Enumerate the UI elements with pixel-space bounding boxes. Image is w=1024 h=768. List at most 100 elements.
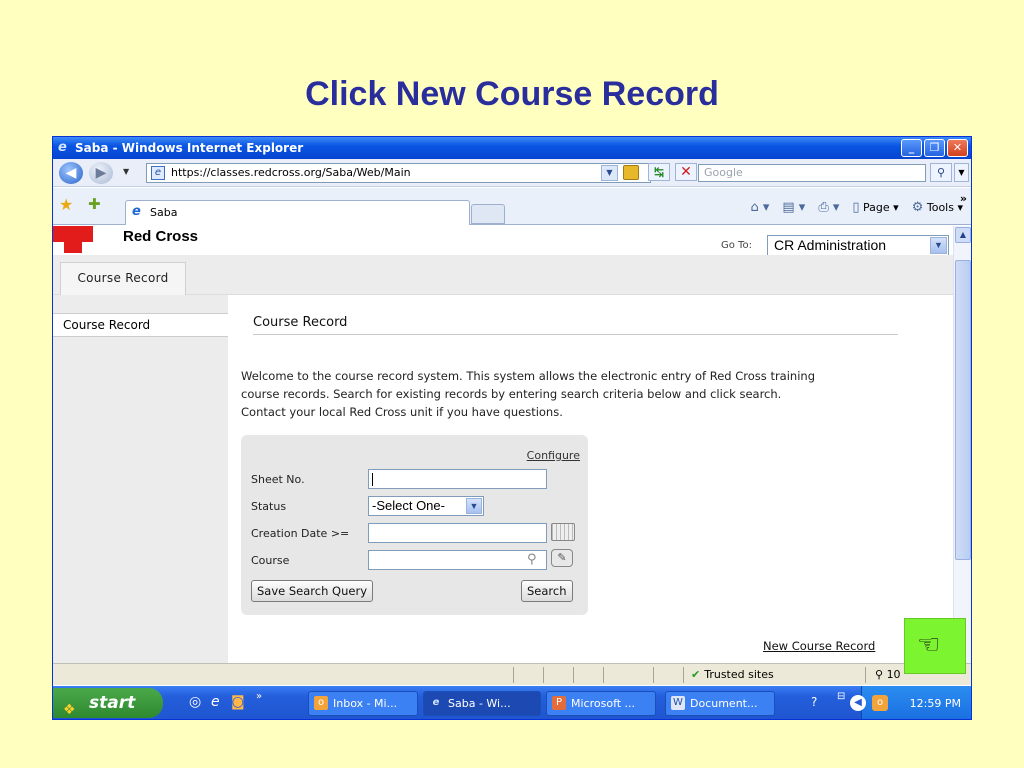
welcome-line: Welcome to the course record system. Thi… xyxy=(241,369,815,383)
status-divider xyxy=(603,667,604,683)
address-field[interactable]: e https://classes.redcross.org/Saba/Web/… xyxy=(146,163,651,183)
sidebar: Course Record xyxy=(53,295,228,663)
slide-title: Click New Course Record xyxy=(305,75,719,113)
security-zone[interactable]: ✔ Trusted sites xyxy=(691,668,774,681)
check-icon: ✔ xyxy=(691,668,701,681)
minimize-button[interactable]: _ xyxy=(901,139,922,157)
page-icon: ▯ xyxy=(852,200,860,215)
brand-name: Red Cross xyxy=(123,228,199,245)
chevron-down-icon[interactable]: ▼ xyxy=(466,498,482,514)
search-icon[interactable]: ⚲ xyxy=(930,163,952,182)
task-document[interactable]: W Document... xyxy=(665,691,775,716)
tab-bar: ★ ✚ e Saba ⌂ ▾ ▤ ▾ ⎙ ▾ ▯ Page ▾ ⚙ Tools … xyxy=(53,188,971,225)
course-picker-icon[interactable]: ✎ xyxy=(551,549,573,567)
refresh-button[interactable]: ↹ xyxy=(648,163,670,181)
goto-select[interactable]: CR Administration ▼ xyxy=(767,235,949,256)
status-bar: ✔ Trusted sites ⚲ 10 xyxy=(53,663,971,685)
home-icon[interactable]: ⌂ ▾ xyxy=(750,200,769,215)
course-input[interactable]: ⚲ xyxy=(368,550,547,570)
magnifier-icon[interactable]: ⚲ xyxy=(527,552,537,567)
scroll-up-icon[interactable]: ▲ xyxy=(955,227,971,243)
red-cross-logo-stem xyxy=(64,226,82,253)
start-button[interactable]: ❖ start xyxy=(53,688,163,718)
clock: 12:59 PM xyxy=(909,697,961,710)
window-title: Saba - Windows Internet Explorer xyxy=(75,141,304,155)
close-button[interactable]: ✕ xyxy=(947,139,968,157)
chevron-down-icon[interactable]: ▼ xyxy=(930,237,947,254)
gear-icon: ⚙ xyxy=(911,200,924,215)
goto-value: CR Administration xyxy=(774,237,887,253)
task-saba[interactable]: e Saba - Wi... xyxy=(423,691,541,716)
search-panel: Configure Sheet No. Status -Select One- … xyxy=(241,435,588,615)
add-favorites-icon[interactable]: ✚ xyxy=(88,195,101,213)
search-input[interactable]: Google xyxy=(698,164,926,182)
word-icon: W xyxy=(671,696,685,710)
status-select[interactable]: -Select One- ▼ xyxy=(368,496,484,516)
search-dropdown-icon[interactable]: ▼ xyxy=(954,163,969,182)
status-label: Status xyxy=(251,500,287,513)
history-dropdown-icon[interactable]: ▼ xyxy=(123,167,129,176)
ie-logo-icon: e xyxy=(58,140,67,155)
lock-icon[interactable] xyxy=(623,165,639,180)
tab-saba[interactable]: e Saba xyxy=(125,200,470,225)
text-caret xyxy=(372,473,373,486)
network-icon[interactable]: ⊟ xyxy=(837,691,845,702)
creation-date-input[interactable] xyxy=(368,523,547,543)
address-toolbar: ◀ ▶ ▼ e https://classes.redcross.org/Sab… xyxy=(53,159,971,187)
outlook-icon: o xyxy=(314,696,328,710)
outlook-tray-icon[interactable]: o xyxy=(872,695,888,711)
new-course-record-link[interactable]: New Course Record xyxy=(763,639,875,653)
favorites-star-icon[interactable]: ★ xyxy=(59,195,73,214)
quicklaunch-desktop-icon[interactable]: ◎ xyxy=(189,694,201,710)
address-dropdown-icon[interactable]: ▼ xyxy=(601,165,618,181)
chevron-more-icon[interactable]: » xyxy=(960,192,967,205)
tray-expand-icon[interactable]: ◀ xyxy=(850,695,866,711)
status-value: -Select One- xyxy=(372,498,445,513)
quicklaunch-ie-icon[interactable]: e xyxy=(211,694,220,710)
tab-course-record[interactable]: Course Record xyxy=(60,262,186,295)
stop-button[interactable]: ✕ xyxy=(675,163,697,181)
sidebar-item-course-record[interactable]: Course Record xyxy=(53,313,228,337)
pointing-hand-icon: ☜ xyxy=(917,630,941,660)
top-navigation: Course Record xyxy=(53,255,953,295)
main-panel: Course Record Welcome to the course reco… xyxy=(228,295,953,663)
help-icon[interactable]: ? xyxy=(811,695,817,709)
task-inbox[interactable]: o Inbox - Mi... xyxy=(308,691,418,716)
restore-button[interactable]: ❐ xyxy=(924,139,945,157)
search-button[interactable]: Search xyxy=(521,580,573,602)
save-search-query-button[interactable]: Save Search Query xyxy=(251,580,373,602)
quicklaunch-more-icon[interactable]: » xyxy=(256,691,262,702)
status-divider xyxy=(543,667,544,683)
print-icon[interactable]: ⎙ ▾ xyxy=(818,200,839,215)
zoom-icon: ⚲ xyxy=(875,668,884,681)
configure-link[interactable]: Configure xyxy=(527,449,580,462)
window-controls: _ ❐ ✕ xyxy=(901,139,968,157)
tools-menu[interactable]: ⚙ Tools ▾ xyxy=(912,200,963,215)
page-heading: Course Record xyxy=(253,315,898,335)
quicklaunch-outlook-icon[interactable]: ◙ xyxy=(231,694,245,710)
zoom-level[interactable]: ⚲ 10 xyxy=(875,668,901,681)
vertical-scrollbar[interactable]: ▲ xyxy=(953,226,971,663)
status-divider xyxy=(683,667,684,683)
scroll-thumb[interactable] xyxy=(955,260,971,560)
back-button[interactable]: ◀ xyxy=(59,162,83,184)
window-titlebar[interactable]: e Saba - Windows Internet Explorer _ ❐ ✕ xyxy=(53,137,971,159)
page-menu[interactable]: ▯ Page ▾ xyxy=(852,200,898,215)
ie-icon: e xyxy=(432,697,440,708)
address-url: https://classes.redcross.org/Saba/Web/Ma… xyxy=(171,166,411,179)
tab-label: Saba xyxy=(150,206,178,219)
feeds-icon[interactable]: ▤ ▾ xyxy=(782,200,805,215)
command-bar: ⌂ ▾ ▤ ▾ ⎙ ▾ ▯ Page ▾ ⚙ Tools ▾ xyxy=(750,200,963,215)
ie-tab-icon: e xyxy=(132,204,141,219)
new-tab-button[interactable] xyxy=(471,204,505,224)
forward-button[interactable]: ▶ xyxy=(89,162,113,184)
sheet-no-input[interactable] xyxy=(368,469,547,489)
system-tray: ◀ o 12:59 PM xyxy=(850,686,971,719)
creation-date-label: Creation Date >= xyxy=(251,527,350,540)
sheet-no-label: Sheet No. xyxy=(251,473,305,486)
status-divider xyxy=(653,667,654,683)
page-content: Red Cross Go To: CR Administration ▼ Cou… xyxy=(53,226,953,663)
calendar-icon[interactable] xyxy=(551,523,575,541)
task-microsoft[interactable]: P Microsoft ... xyxy=(546,691,656,716)
taskbar: ❖ start ◎ e ◙ » o Inbox - Mi... e Saba - W… xyxy=(53,686,971,719)
